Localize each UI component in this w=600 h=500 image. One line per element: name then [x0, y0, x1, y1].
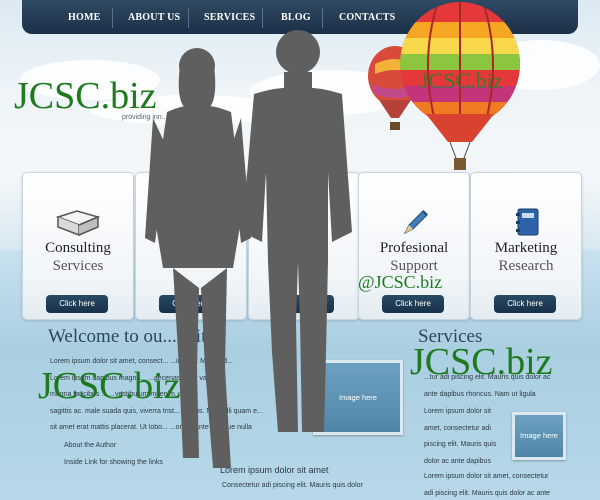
watermark-text: JCSC.biz	[14, 75, 157, 117]
book-icon	[55, 210, 101, 237]
services-text-line: dolor ac ante dapibus	[424, 457, 491, 465]
nav-divider	[188, 8, 189, 28]
businessman-silhouette	[242, 30, 352, 432]
services-text-line: ante dapibus rhoncus. Nam ut ligula	[424, 390, 536, 398]
nav-home[interactable]: HOME	[68, 12, 100, 23]
card-title-line1: Consulting	[45, 240, 111, 256]
card-title: Marketing Research	[471, 239, 581, 275]
service-card-support: Profesional Support Click here	[358, 172, 470, 320]
card-title-line1: Marketing	[494, 240, 558, 256]
click-here-button[interactable]: Click here	[382, 295, 444, 313]
watermark-text: JCSC.biz	[38, 365, 181, 407]
pen-icon	[403, 210, 428, 235]
article-subtext: Consectetur adi piscing elit. Mauris qui…	[222, 482, 363, 489]
services-image-placeholder: Image here	[512, 412, 566, 460]
card-title: Profesional Support	[359, 239, 469, 275]
services-text-line: amet, consectetur adi	[424, 424, 491, 432]
image-placeholder-label: Image here	[520, 431, 558, 440]
card-title-line1: Profesional	[379, 240, 449, 256]
click-here-button[interactable]: Click here	[46, 295, 108, 313]
card-title-line2: Services	[52, 258, 104, 274]
link-about-author[interactable]: About the Author	[64, 442, 116, 449]
nav-divider	[112, 8, 113, 28]
nav-about-us[interactable]: ABOUT US	[128, 12, 180, 23]
card-title-line2: Research	[498, 258, 554, 274]
services-text-middle: Lorem ipsum dolor sit amet, consectetur …	[424, 404, 514, 470]
notebook-icon	[516, 208, 539, 236]
services-text-line: adi piscing elit. Mauris quis dolor ac a…	[424, 489, 551, 497]
service-card-consulting: Consulting Services Click here	[22, 172, 134, 320]
services-text-line: Lorem ipsum dolor sit	[424, 408, 491, 415]
watermark-text: JCSC.biz	[420, 68, 503, 93]
services-text-bottom: Lorem ipsum dolor sit amet, consectetur …	[424, 469, 596, 500]
watermark-text: @JCSC.biz	[358, 272, 443, 292]
service-card-marketing: Marketing Research Click here	[470, 172, 582, 320]
services-text-line: piscing elit. Mauris quis	[424, 441, 497, 448]
watermark-text: JCSC.biz	[410, 341, 553, 383]
click-here-button[interactable]: Click here	[494, 295, 556, 313]
card-title: Consulting Services	[23, 239, 133, 275]
services-text-line: Lorem ipsum dolor sit amet, consectetur	[424, 473, 549, 480]
